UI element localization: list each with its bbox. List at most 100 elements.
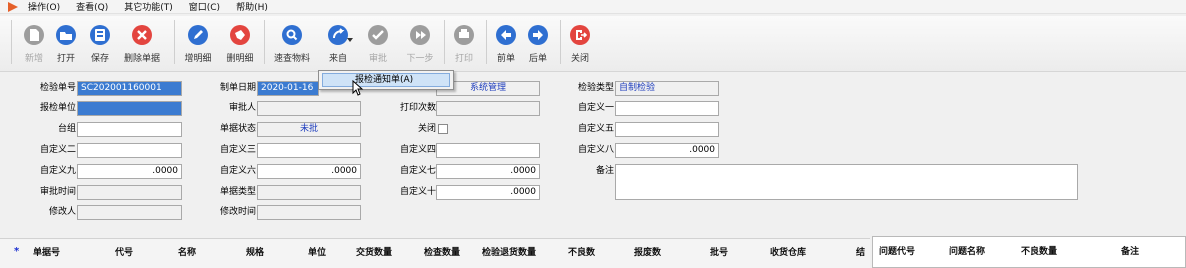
doc-status-label: 单据状态	[219, 124, 256, 134]
remark-textarea[interactable]	[615, 164, 1078, 200]
approve-check-icon	[368, 25, 388, 45]
custom4-field[interactable]	[436, 143, 540, 158]
print-icon	[454, 25, 474, 45]
custom6-field[interactable]: .0000	[257, 164, 361, 179]
menu-help[interactable]: 帮助(H)	[236, 0, 268, 13]
doc-status-field: 未批	[257, 122, 361, 137]
next-doc-button[interactable]: 后单	[520, 24, 556, 64]
made-date-field[interactable]: 2020-01-16	[257, 81, 319, 96]
custom2-field[interactable]	[77, 143, 182, 158]
custom7-label: 自定义七	[399, 166, 436, 176]
search-icon	[282, 25, 302, 45]
menu-item-inspection-notice[interactable]: 报检通知单(A)	[322, 73, 450, 87]
col-spec[interactable]: 规格	[246, 245, 264, 258]
quick-material-button-label: 速查物料	[273, 54, 310, 64]
custom4-label: 自定义四	[399, 145, 436, 155]
delete-doc-button[interactable]: 删除单据	[124, 24, 160, 64]
save-button[interactable]: 保存	[82, 24, 118, 64]
modifier-field	[77, 205, 182, 220]
custom8-field[interactable]: .0000	[615, 143, 719, 158]
app-logo-icon	[8, 1, 18, 12]
quick-material-button[interactable]: 速查物料	[274, 24, 310, 64]
inspect-no-label: 检验单号	[39, 83, 76, 93]
col-warehouse[interactable]: 收货仓库	[770, 245, 806, 258]
group-field[interactable]	[77, 122, 182, 137]
doc-type-label: 单据类型	[219, 187, 256, 197]
custom2-label: 自定义二	[39, 145, 76, 155]
group-label: 台组	[57, 124, 76, 134]
next-step-button-label: 下一步	[406, 54, 434, 64]
doc-type-field	[257, 185, 361, 200]
close-button[interactable]: 关闭	[562, 24, 598, 64]
menu-bar: 操作(O) 查看(Q) 其它功能(T) 窗口(C) 帮助(H)	[0, 0, 1186, 14]
custom1-field[interactable]	[615, 101, 719, 116]
from-dropdown-arrow-icon[interactable]	[347, 38, 353, 42]
col-code[interactable]: 代号	[115, 245, 133, 258]
add-detail-button[interactable]: 增明细	[180, 24, 216, 64]
inspect-type-label: 检验类型	[577, 83, 614, 93]
print-count-label: 打印次数	[399, 103, 436, 113]
toolbar: 新增 打开 保存 删除单据 增明细 删明细 速查物料 来自 审批 下一步 打印 …	[0, 16, 1186, 72]
col-remark[interactable]: 备注	[1121, 244, 1139, 257]
next-step-button[interactable]: 下一步	[402, 24, 438, 64]
modifier-label: 修改人	[48, 207, 76, 217]
custom9-label: 自定义九	[39, 166, 76, 176]
closed-label: 关闭	[417, 124, 436, 134]
custom10-field[interactable]: .0000	[436, 185, 540, 200]
print-button-label: 打印	[454, 54, 473, 64]
print-button[interactable]: 打印	[446, 24, 482, 64]
approve-time-label: 审批时间	[39, 187, 76, 197]
col-check-qty[interactable]: 检查数量	[424, 245, 460, 258]
closed-checkbox[interactable]	[438, 124, 448, 134]
col-batch-no[interactable]: 批号	[710, 245, 728, 258]
custom5-field[interactable]	[615, 122, 719, 137]
delete-detail-button[interactable]: 删明细	[222, 24, 258, 64]
col-name[interactable]: 名称	[178, 245, 196, 258]
exit-icon	[570, 25, 590, 45]
delete-doc-button-label: 删除单据	[123, 54, 160, 64]
col-return-qty[interactable]: 检验退货数量	[482, 245, 536, 258]
from-button[interactable]: 来自	[320, 24, 356, 64]
col-scrap-count[interactable]: 报废数	[634, 245, 661, 258]
custom7-field[interactable]: .0000	[436, 164, 540, 179]
inspect-no-field[interactable]: SC202001160001	[77, 81, 182, 96]
col-delivery-qty[interactable]: 交货数量	[356, 245, 392, 258]
print-count-field	[436, 101, 540, 116]
delete-detail-button-label: 删明细	[226, 54, 254, 64]
custom5-label: 自定义五	[577, 124, 614, 134]
made-date-label: 制单日期	[219, 83, 256, 93]
menu-view[interactable]: 查看(Q)	[76, 0, 108, 13]
col-defect-qty[interactable]: 不良数量	[1021, 244, 1057, 257]
next-doc-button-label: 后单	[528, 54, 547, 64]
custom9-field[interactable]: .0000	[77, 164, 182, 179]
col-settle[interactable]: 结	[856, 245, 865, 258]
col-problem-name[interactable]: 问题名称	[949, 244, 985, 257]
menu-window[interactable]: 窗口(C)	[189, 0, 220, 13]
save-button-label: 保存	[90, 54, 109, 64]
col-defect-count[interactable]: 不良数	[568, 245, 595, 258]
menu-operate[interactable]: 操作(O)	[28, 0, 60, 13]
custom6-label: 自定义六	[219, 166, 256, 176]
col-unit[interactable]: 单位	[308, 245, 326, 258]
from-button-label: 来自	[328, 54, 347, 64]
from-source-icon	[328, 25, 348, 45]
inspect-type-field[interactable]: 自制检验	[615, 81, 719, 96]
col-doc-no[interactable]: 单据号	[33, 245, 60, 258]
custom3-field[interactable]	[257, 143, 361, 158]
toolbar-separator	[264, 20, 265, 64]
remark-label: 备注	[595, 166, 614, 176]
approve-button[interactable]: 审批	[360, 24, 396, 64]
arrow-left-icon	[496, 25, 516, 45]
menu-other-functions[interactable]: 其它功能(T)	[124, 0, 173, 13]
edit-pencil-icon	[188, 25, 208, 45]
col-problem-code[interactable]: 问题代号	[879, 244, 915, 257]
custom10-label: 自定义十	[399, 187, 436, 197]
custom8-label: 自定义八	[577, 145, 614, 155]
report-unit-field[interactable]	[77, 101, 182, 116]
report-unit-label: 报检单位	[39, 103, 76, 113]
row-marker: *	[14, 246, 20, 257]
close-button-label: 关闭	[570, 54, 589, 64]
modify-time-label: 修改时间	[219, 207, 256, 217]
arrow-right-icon	[528, 25, 548, 45]
problem-grid-header: 问题代号 问题名称 不良数量 备注	[872, 236, 1186, 268]
